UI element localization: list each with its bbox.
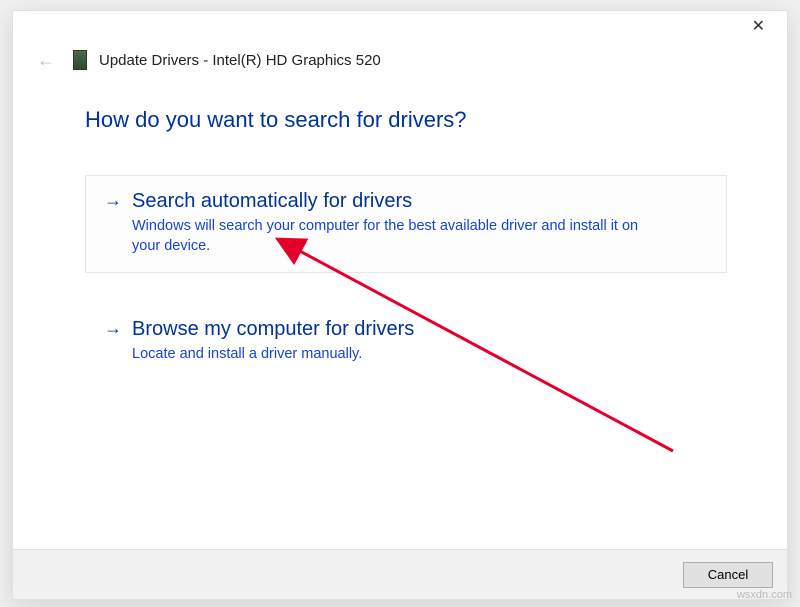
option-title: Search automatically for drivers [132, 188, 708, 214]
titlebar: ✕ [13, 11, 787, 43]
watermark: wsxdn.com [737, 589, 792, 601]
dialog-footer: Cancel [13, 549, 787, 599]
option-title: Browse my computer for drivers [132, 316, 708, 342]
red-arrow-annotation [13, 81, 789, 521]
close-icon[interactable]: ✕ [744, 15, 773, 39]
arrow-right-icon: → [104, 188, 122, 212]
cancel-button[interactable]: Cancel [683, 562, 773, 588]
dialog-title: Update Drivers - Intel(R) HD Graphics 52… [99, 52, 381, 69]
dialog-content: How do you want to search for drivers? →… [13, 81, 787, 549]
option-description: Windows will search your computer for th… [132, 216, 652, 256]
content-heading: How do you want to search for drivers? [85, 107, 727, 133]
device-icon [73, 50, 87, 70]
option-browse-computer[interactable]: → Browse my computer for drivers Locate … [85, 303, 727, 381]
dialog-header: ← Update Drivers - Intel(R) HD Graphics … [13, 43, 787, 81]
option-description: Locate and install a driver manually. [132, 344, 652, 364]
update-drivers-dialog: ✕ ← Update Drivers - Intel(R) HD Graphic… [12, 10, 788, 600]
back-icon[interactable]: ← [31, 47, 61, 73]
option-search-automatically[interactable]: → Search automatically for drivers Windo… [85, 175, 727, 273]
arrow-right-icon: → [104, 316, 122, 340]
